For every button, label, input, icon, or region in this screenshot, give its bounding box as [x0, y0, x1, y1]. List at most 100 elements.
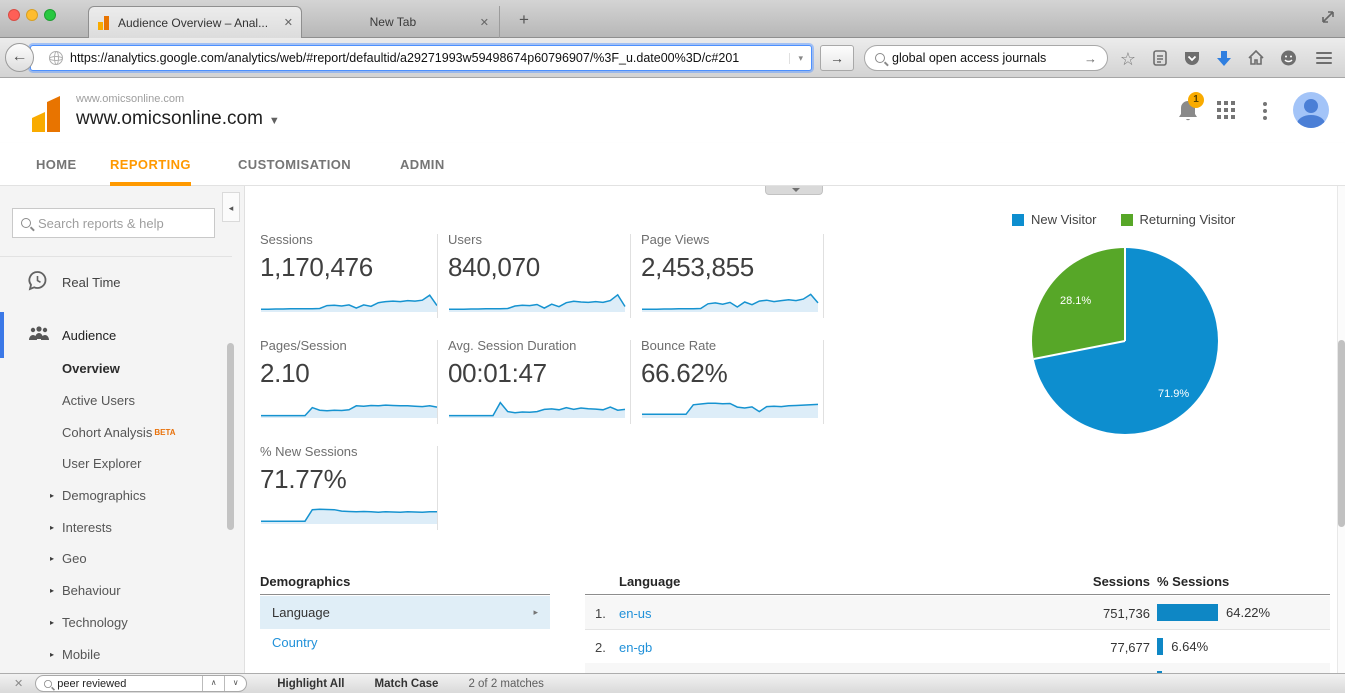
sparkline-chart [260, 503, 438, 525]
pocket-icon[interactable] [1182, 49, 1202, 69]
metric-value: 2.10 [260, 358, 440, 389]
zoom-window-button[interactable] [44, 9, 56, 21]
sidebar-item-geo[interactable]: ▸Geo [0, 543, 232, 575]
tab-bar: Audience Overview – Anal... ✕ New Tab ✕ … [0, 0, 1345, 38]
scrollbar-thumb[interactable] [1338, 340, 1345, 527]
search-go-icon[interactable]: → [1084, 51, 1097, 66]
property-selector[interactable]: www.omicsonline.com▼ [76, 108, 280, 130]
tab-new-tab[interactable]: New Tab ✕ [302, 6, 500, 38]
divider [585, 594, 1330, 595]
sidebar-item-behaviour[interactable]: ▸Behaviour [0, 575, 232, 607]
sidebar-item-overview[interactable]: Overview [0, 353, 232, 385]
demographics-country-link[interactable]: Country [272, 635, 318, 650]
real-time-icon [27, 270, 49, 294]
sidebar-item-active-users[interactable]: Active Users [0, 385, 232, 417]
column-header-language[interactable]: Language [619, 574, 680, 589]
account-name: www.omicsonline.com [76, 93, 184, 105]
minimize-window-button[interactable] [26, 9, 38, 21]
highlight-all-button[interactable]: Highlight All [277, 678, 344, 690]
fullscreen-icon[interactable] [1319, 8, 1337, 26]
tab-audience-overview[interactable]: Audience Overview – Anal... ✕ [88, 6, 302, 38]
sidebar-item-mobile[interactable]: ▸Mobile [0, 638, 232, 670]
close-tab-icon[interactable]: ✕ [284, 16, 293, 29]
find-next-button[interactable]: ∨ [224, 675, 246, 692]
search-bar[interactable]: → [864, 45, 1108, 71]
find-bar: ✕ ∧ ∨ Highlight All Match Case 2 of 2 ma… [0, 673, 1345, 693]
sidebar-search-input[interactable] [38, 216, 214, 231]
expand-arrow-icon: ▸ [50, 523, 54, 532]
menu-icon[interactable] [1314, 49, 1334, 69]
beta-badge: BETA [154, 428, 175, 437]
metric-label: % New Sessions [260, 444, 440, 459]
search-icon [21, 218, 31, 228]
match-case-button[interactable]: Match Case [375, 678, 439, 690]
pct-sessions-value: 6.64% [1171, 639, 1208, 654]
expand-arrow-icon: ▸ [50, 554, 54, 563]
home-icon[interactable] [1246, 49, 1266, 69]
column-header-sessions[interactable]: Sessions [1093, 574, 1150, 589]
tab-customisation[interactable]: CUSTOMISATION [238, 143, 351, 186]
sidebar-item-audience[interactable]: Audience [0, 313, 232, 357]
collapse-panel-button[interactable] [765, 186, 823, 195]
sidebar-item-cohort-analysis[interactable]: Cohort AnalysisBETA [0, 416, 232, 448]
metric-label: Pages/Session [260, 338, 440, 353]
url-input[interactable] [70, 51, 789, 65]
divider [0, 256, 232, 257]
sessions-value: 77,677 [1110, 640, 1150, 655]
apps-grid-icon[interactable] [1217, 101, 1235, 119]
sidebar-scrollbar[interactable] [227, 343, 234, 530]
site-identity-icon[interactable] [49, 51, 63, 65]
tab-admin[interactable]: ADMIN [400, 143, 445, 186]
language-link[interactable]: en-gb [619, 640, 652, 655]
sidebar-item-user-explorer[interactable]: User Explorer [0, 448, 232, 480]
sidebar-search-box[interactable] [12, 208, 215, 238]
go-button[interactable]: → [820, 45, 854, 71]
sidebar-collapse-button[interactable]: ◂ [222, 192, 240, 222]
analytics-favicon [97, 16, 111, 30]
divider [437, 234, 438, 318]
metric-value: 71.77% [260, 464, 440, 495]
language-table: Language Sessions % Sessions 1. en-us 75… [585, 186, 1330, 673]
downloads-icon[interactable] [1214, 49, 1234, 69]
column-header-pct-sessions[interactable]: % Sessions [1157, 574, 1229, 589]
analytics-logo [30, 94, 64, 139]
sidebar-item-real-time[interactable]: Real Time [0, 260, 232, 304]
close-tab-icon[interactable]: ✕ [480, 16, 489, 29]
divider [437, 446, 438, 530]
language-link[interactable]: en-us [619, 606, 652, 621]
sidebar: ◂ Real Time Audience Overview [0, 186, 245, 673]
demographics-language-row[interactable]: Language ▸ [260, 596, 550, 629]
sidebar-item-label: Audience [62, 328, 116, 343]
reading-list-icon[interactable] [1150, 49, 1170, 69]
pct-sessions-bar [1157, 638, 1163, 655]
url-bar[interactable]: ▾ [30, 45, 812, 71]
sidebar-item-technology[interactable]: ▸Technology [0, 607, 232, 639]
search-icon [875, 53, 885, 63]
find-field[interactable]: ∧ ∨ [35, 675, 247, 692]
expand-arrow-icon: ▸ [50, 618, 54, 627]
close-window-button[interactable] [8, 9, 20, 21]
pct-sessions-value: 64.22% [1226, 605, 1270, 620]
web-search-input[interactable] [892, 51, 1084, 65]
tab-reporting[interactable]: REPORTING [110, 143, 191, 186]
chevron-right-icon: ▸ [533, 607, 538, 618]
find-input[interactable] [57, 678, 202, 690]
search-icon [44, 680, 52, 688]
find-previous-button[interactable]: ∧ [202, 675, 224, 692]
metric-value: 1,170,476 [260, 252, 440, 283]
more-options-icon[interactable] [1263, 99, 1267, 123]
back-button[interactable]: ← [5, 43, 34, 72]
avatar[interactable] [1293, 92, 1329, 128]
navigation-toolbar: ← ▾ → → ☆ [0, 38, 1345, 78]
table-row: 1. en-us 751,736 64.22% [585, 596, 1330, 630]
row-rank: 1. [595, 606, 606, 621]
sidebar-item-demographics[interactable]: ▸Demographics [0, 480, 232, 512]
sidebar-item-interests[interactable]: ▸Interests [0, 511, 232, 543]
close-find-bar-icon[interactable]: ✕ [14, 677, 23, 690]
url-dropdown-icon[interactable]: ▾ [789, 53, 811, 64]
bookmark-star-icon[interactable]: ☆ [1118, 49, 1138, 69]
hello-chat-icon[interactable] [1278, 49, 1298, 69]
new-tab-button[interactable]: + [512, 10, 536, 30]
divider [260, 594, 550, 595]
tab-home[interactable]: HOME [36, 143, 77, 186]
